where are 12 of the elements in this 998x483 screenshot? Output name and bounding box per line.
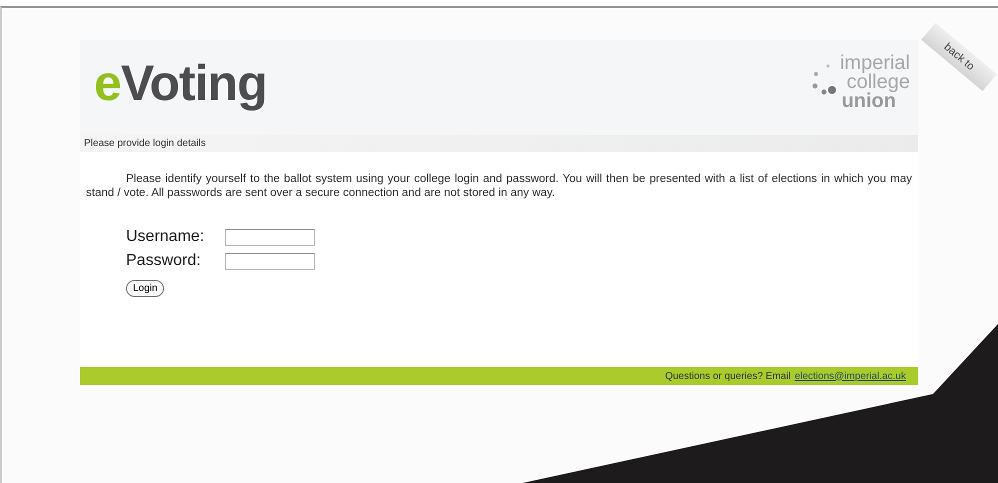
email-link[interactable]: elections@imperial.ac.uk — [794, 370, 906, 382]
input-field[interactable] — [225, 228, 315, 246]
section-title: Please provide login details — [84, 138, 206, 149]
login-button[interactable]: Login — [126, 280, 164, 297]
intro-paragraph: Please identify yourself to the ballot system using your college login and password. You will then be presented with a list of elections in which you may stand / vote. All passwords are sent over a secure connection and are not stored in any way. — [86, 172, 912, 200]
brand-word: college — [846, 73, 910, 92]
footer-text: Questions or queries? Email — [665, 370, 791, 382]
field-label: Password: — [126, 252, 202, 270]
input-field[interactable] — [225, 252, 315, 270]
brand-word: union — [842, 92, 896, 111]
brand-word: imperial — [840, 54, 910, 73]
field-label: Username: — [126, 228, 206, 246]
